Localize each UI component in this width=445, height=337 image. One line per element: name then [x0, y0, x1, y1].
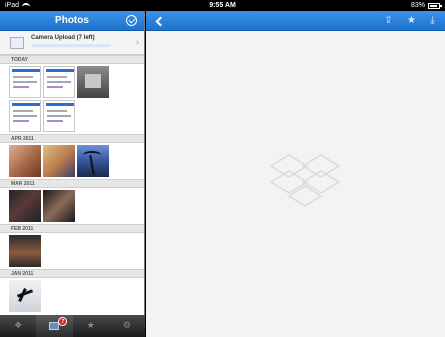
dropbox-icon: ❖ — [14, 321, 23, 331]
upload-thumbnail — [10, 37, 24, 49]
tab-favorites[interactable]: ★ — [73, 315, 109, 337]
sidebar-title: Photos — [55, 15, 89, 26]
photo-thumbnail[interactable] — [9, 280, 41, 312]
section-header-today: TODAY — [0, 55, 144, 64]
tab-bar: ❖ 7 ★ ⚙ — [0, 315, 145, 337]
photo-thumbnail[interactable] — [9, 190, 41, 222]
battery-icon — [428, 2, 442, 9]
gear-icon: ⚙ — [122, 321, 131, 331]
back-icon[interactable] — [154, 15, 166, 27]
viewer-toolbar: ⇪ ★ ⤓ — [146, 11, 445, 31]
clock: 9:55 AM — [209, 2, 236, 9]
photo-thumbnail[interactable] — [77, 145, 109, 177]
section-header-apr-2011: APR 2011 — [0, 134, 144, 143]
camera-upload-row[interactable]: Camera Upload (7 left) › — [0, 31, 144, 55]
status-right: 83% — [410, 2, 442, 9]
section-header-feb-2011: FEB 2011 — [0, 224, 144, 233]
photo-grid-feb-2011 — [0, 233, 144, 269]
photo-viewer: ⇪ ★ ⤓ — [146, 11, 445, 337]
select-checkmark-button[interactable] — [126, 15, 137, 26]
status-bar: iPad 9:55 AM 83% — [0, 0, 445, 11]
photo-grid-apr-2011 — [0, 143, 144, 179]
photo-grid-jan-2011 — [0, 278, 144, 314]
star-icon: ★ — [86, 321, 95, 331]
dropbox-logo-watermark — [270, 154, 340, 207]
upload-progress-bar — [31, 44, 111, 47]
download-icon[interactable]: ⤓ — [426, 14, 439, 27]
photo-thumbnail[interactable] — [9, 145, 41, 177]
sidebar-header: Photos — [0, 11, 144, 31]
section-header-jan-2011: JAN 2011 — [0, 269, 144, 278]
photo-thumbnail[interactable] — [9, 100, 41, 132]
photo-grid-today — [0, 64, 144, 134]
photo-grid-mar-2011 — [0, 188, 144, 224]
photo-thumbnail[interactable] — [43, 190, 75, 222]
photos-badge: 7 — [58, 317, 68, 326]
tab-photos[interactable]: 7 — [36, 315, 73, 337]
photo-thumbnail[interactable] — [9, 66, 41, 98]
tab-dropbox[interactable]: ❖ — [0, 315, 36, 337]
star-icon[interactable]: ★ — [405, 14, 418, 27]
photo-thumbnail[interactable] — [43, 100, 75, 132]
section-header-mar-2011: MAR 2011 — [0, 179, 144, 188]
chevron-right-icon: › — [136, 37, 139, 47]
battery-percent: 83% — [410, 2, 425, 9]
photo-thumbnail[interactable] — [43, 145, 75, 177]
photo-thumbnail[interactable] — [43, 66, 75, 98]
share-icon[interactable]: ⇪ — [382, 14, 395, 27]
photo-thumbnail[interactable] — [77, 66, 109, 98]
camera-upload-label: Camera Upload (7 left) — [31, 35, 95, 41]
photo-thumbnail[interactable] — [9, 235, 41, 267]
photos-sidebar: Photos Camera Upload (7 left) › TODAY AP… — [0, 11, 145, 337]
tab-settings[interactable]: ⚙ — [109, 315, 145, 337]
